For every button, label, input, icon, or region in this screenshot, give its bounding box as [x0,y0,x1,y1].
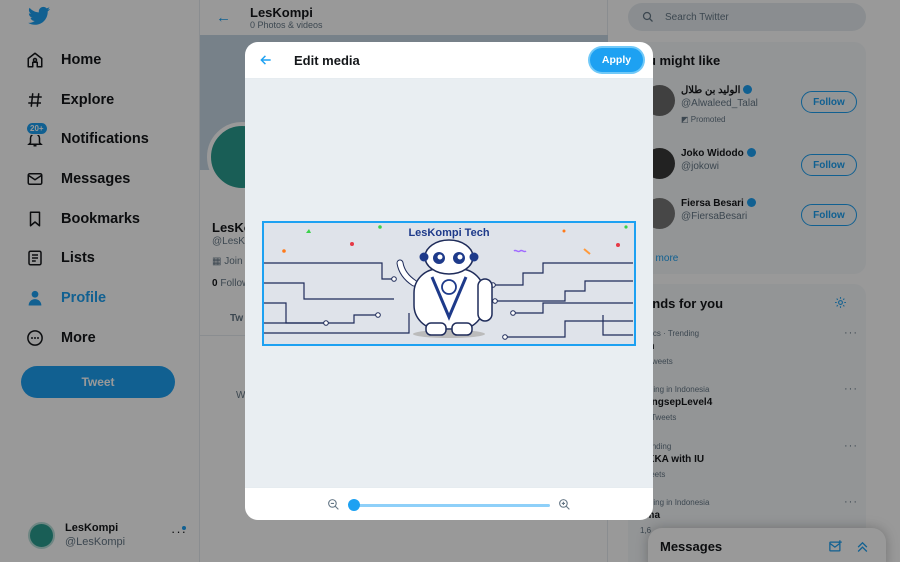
twitter-app: Home Explore 20+ Notifications Messages … [0,0,900,562]
zoom-controls [245,487,653,520]
crop-frame[interactable]: LesKompi Tech [262,221,636,346]
banner-title: LesKompi Tech [408,227,490,239]
apply-button[interactable]: Apply [590,48,643,72]
crop-canvas[interactable]: LesKompi Tech [245,79,653,487]
zoom-in-icon[interactable] [558,498,571,511]
zoom-slider-thumb[interactable] [348,499,360,511]
banner-artwork [264,225,633,340]
robot-mascot [396,239,493,338]
dialog-header: Edit media Apply [245,42,653,79]
edit-media-dialog: Edit media Apply LesKompi Tech [245,42,653,520]
back-arrow-icon[interactable] [259,53,273,67]
zoom-out-icon[interactable] [327,498,340,511]
zoom-slider-track[interactable] [352,504,550,507]
dialog-title: Edit media [294,53,360,68]
